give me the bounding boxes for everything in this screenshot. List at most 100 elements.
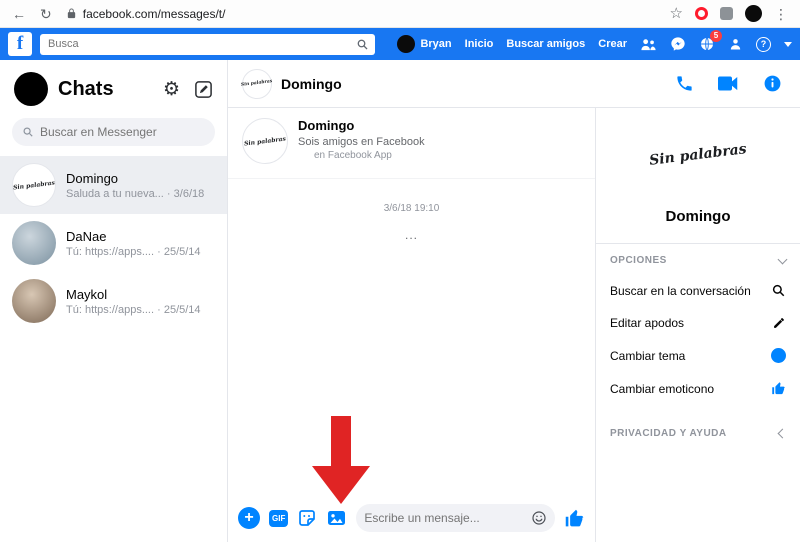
facebook-search-input[interactable] xyxy=(40,38,356,50)
add-attachment-icon[interactable]: + xyxy=(238,507,260,529)
chat-name: DaNae xyxy=(66,228,107,244)
chevron-left-icon xyxy=(777,428,788,439)
profile-link[interactable]: Bryan xyxy=(397,35,452,53)
message-composer: + GIF xyxy=(228,496,595,542)
intro-avatar: Sin palabras xyxy=(242,118,288,164)
facebook-search xyxy=(40,33,375,55)
details-sidebar: Sin palabras Domingo OPCIONES Buscar en … xyxy=(595,108,800,542)
annotation-arrow xyxy=(312,416,370,504)
option-label: Cambiar emoticono xyxy=(610,381,715,396)
conversation-panel: Sin palabras Domingo Sin palabras Doming… xyxy=(228,60,800,542)
intro-name: Domingo xyxy=(298,118,355,133)
chat-avatar xyxy=(12,221,56,265)
browser-profile-avatar[interactable] xyxy=(745,5,762,22)
messenger-content: Chats ⚙ Sin palabras Domingo Saluda a tu… xyxy=(0,60,800,542)
notifications-icon[interactable]: 5 xyxy=(699,30,722,52)
message-timestamp: 3/6/18 19:10 xyxy=(383,203,440,214)
option-edit-nicknames[interactable]: Editar apodos xyxy=(596,307,800,339)
messenger-search-input[interactable] xyxy=(40,125,205,139)
chats-header: Chats ⚙ xyxy=(0,60,227,114)
chat-preview: Tú: https://apps.... · 25/5/14 xyxy=(66,245,201,258)
chevron-down-icon xyxy=(777,254,788,264)
messenger-icon[interactable] xyxy=(670,36,686,52)
option-label: Buscar en la conversación xyxy=(610,283,751,298)
option-change-theme[interactable]: Cambiar tema xyxy=(596,339,800,372)
intro-texts: Domingo Sois amigos en Facebook en Faceb… xyxy=(298,118,425,164)
chat-avatar xyxy=(12,279,56,323)
emoji-icon[interactable] xyxy=(531,510,547,526)
new-message-icon[interactable] xyxy=(194,80,213,99)
chats-sidebar: Chats ⚙ Sin palabras Domingo Saluda a tu… xyxy=(0,60,228,542)
extension-red-icon[interactable] xyxy=(695,7,708,20)
details-avatar: Sin palabras xyxy=(648,141,748,169)
message-text: ... xyxy=(404,228,418,242)
messages-area: Sin palabras Domingo Sois amigos en Face… xyxy=(228,108,595,542)
info-icon[interactable] xyxy=(763,74,782,93)
sticker-icon[interactable] xyxy=(297,508,317,528)
call-icon[interactable] xyxy=(675,74,694,93)
settings-gear-icon[interactable]: ⚙ xyxy=(163,79,180,99)
chat-preview: Tú: https://apps.... · 25/5/14 xyxy=(66,303,201,316)
refresh-icon[interactable]: ↻ xyxy=(40,7,52,21)
url-text: facebook.com/messages/t/ xyxy=(82,6,226,21)
intro-friends-line: Sois amigos en Facebook xyxy=(298,136,425,148)
pencil-icon xyxy=(774,318,784,328)
conversation-title: Domingo xyxy=(281,75,342,92)
nav-create-link[interactable]: Crear xyxy=(598,38,627,50)
chat-name: Maykol xyxy=(66,286,108,302)
address-bar[interactable]: facebook.com/messages/t/ xyxy=(66,7,656,21)
privacy-header: PRIVACIDAD Y AYUDA xyxy=(610,428,727,439)
conversation-intro: Sin palabras Domingo Sois amigos en Face… xyxy=(228,108,595,179)
chats-title: Chats xyxy=(58,77,114,100)
video-call-icon[interactable] xyxy=(718,76,739,91)
details-name: Domingo xyxy=(665,208,731,225)
intro-app-line: en Facebook App xyxy=(314,150,392,161)
navbar-right: Bryan Inicio Buscar amigos Crear 5 ? xyxy=(397,30,792,53)
message-input[interactable] xyxy=(364,511,531,525)
shortcuts-icon[interactable] xyxy=(728,37,743,52)
option-label: Editar apodos xyxy=(610,316,685,330)
notification-badge: 5 xyxy=(710,30,722,42)
conversation-body: Sin palabras Domingo Sois amigos en Face… xyxy=(228,108,800,542)
gif-icon[interactable]: GIF xyxy=(269,509,289,527)
back-icon[interactable]: ← xyxy=(12,7,26,21)
image-upload-icon[interactable] xyxy=(326,508,347,528)
chat-list-item-danae[interactable]: DaNae Tú: https://apps.... · 25/5/14 xyxy=(0,214,227,272)
privacy-section-toggle[interactable]: PRIVACIDAD Y AYUDA xyxy=(596,417,800,447)
lock-icon xyxy=(67,8,75,19)
thumbs-up-icon xyxy=(772,382,785,395)
nav-home-link[interactable]: Inicio xyxy=(465,38,494,50)
like-icon[interactable] xyxy=(564,508,585,529)
browser-menu-icon[interactable]: ⋮ xyxy=(774,7,788,21)
help-icon[interactable]: ? xyxy=(756,36,771,52)
messenger-search xyxy=(12,118,215,146)
friend-requests-icon[interactable] xyxy=(640,37,657,52)
bookmark-star-icon[interactable]: ☆ xyxy=(670,6,683,21)
option-search-conversation[interactable]: Buscar en la conversación xyxy=(596,274,800,307)
message-input-wrap xyxy=(356,504,555,532)
chat-list-item-domingo[interactable]: Sin palabras Domingo Saluda a tu nueva..… xyxy=(0,156,227,214)
option-change-emoji[interactable]: Cambiar emoticono xyxy=(596,372,800,405)
nav-find-friends-link[interactable]: Buscar amigos xyxy=(506,38,585,50)
chat-texts: DaNae Tú: https://apps.... · 25/5/14 xyxy=(66,229,201,258)
search-icon[interactable] xyxy=(356,38,369,51)
facebook-logo[interactable]: f xyxy=(8,32,32,56)
chat-list-item-maykol[interactable]: Maykol Tú: https://apps.... · 25/5/14 xyxy=(0,272,227,330)
facebook-navbar: f Bryan Inicio Buscar amigos Crear 5 xyxy=(0,28,800,60)
browser-chrome: ← ↻ facebook.com/messages/t/ ☆ ⋮ xyxy=(0,0,800,28)
chats-actions: ⚙ xyxy=(163,79,213,99)
option-label: Cambiar tema xyxy=(610,348,686,363)
search-icon xyxy=(23,127,33,137)
search-icon xyxy=(772,284,785,297)
chat-avatar: Sin palabras xyxy=(12,163,56,207)
account-menu-caret-icon[interactable] xyxy=(784,41,792,47)
options-section-toggle[interactable]: OPCIONES xyxy=(596,244,800,274)
screen: ← ↻ facebook.com/messages/t/ ☆ ⋮ f Bryan… xyxy=(0,0,800,542)
extension-gray-icon[interactable] xyxy=(720,7,733,20)
chat-preview: Saluda a tu nueva... · 3/6/18 xyxy=(66,187,205,200)
user-avatar[interactable] xyxy=(14,72,48,106)
theme-color-icon xyxy=(771,348,786,363)
chat-name: Domingo xyxy=(66,170,119,186)
browser-toolbar-right: ☆ ⋮ xyxy=(670,5,788,22)
chat-texts: Maykol Tú: https://apps.... · 25/5/14 xyxy=(66,287,201,316)
